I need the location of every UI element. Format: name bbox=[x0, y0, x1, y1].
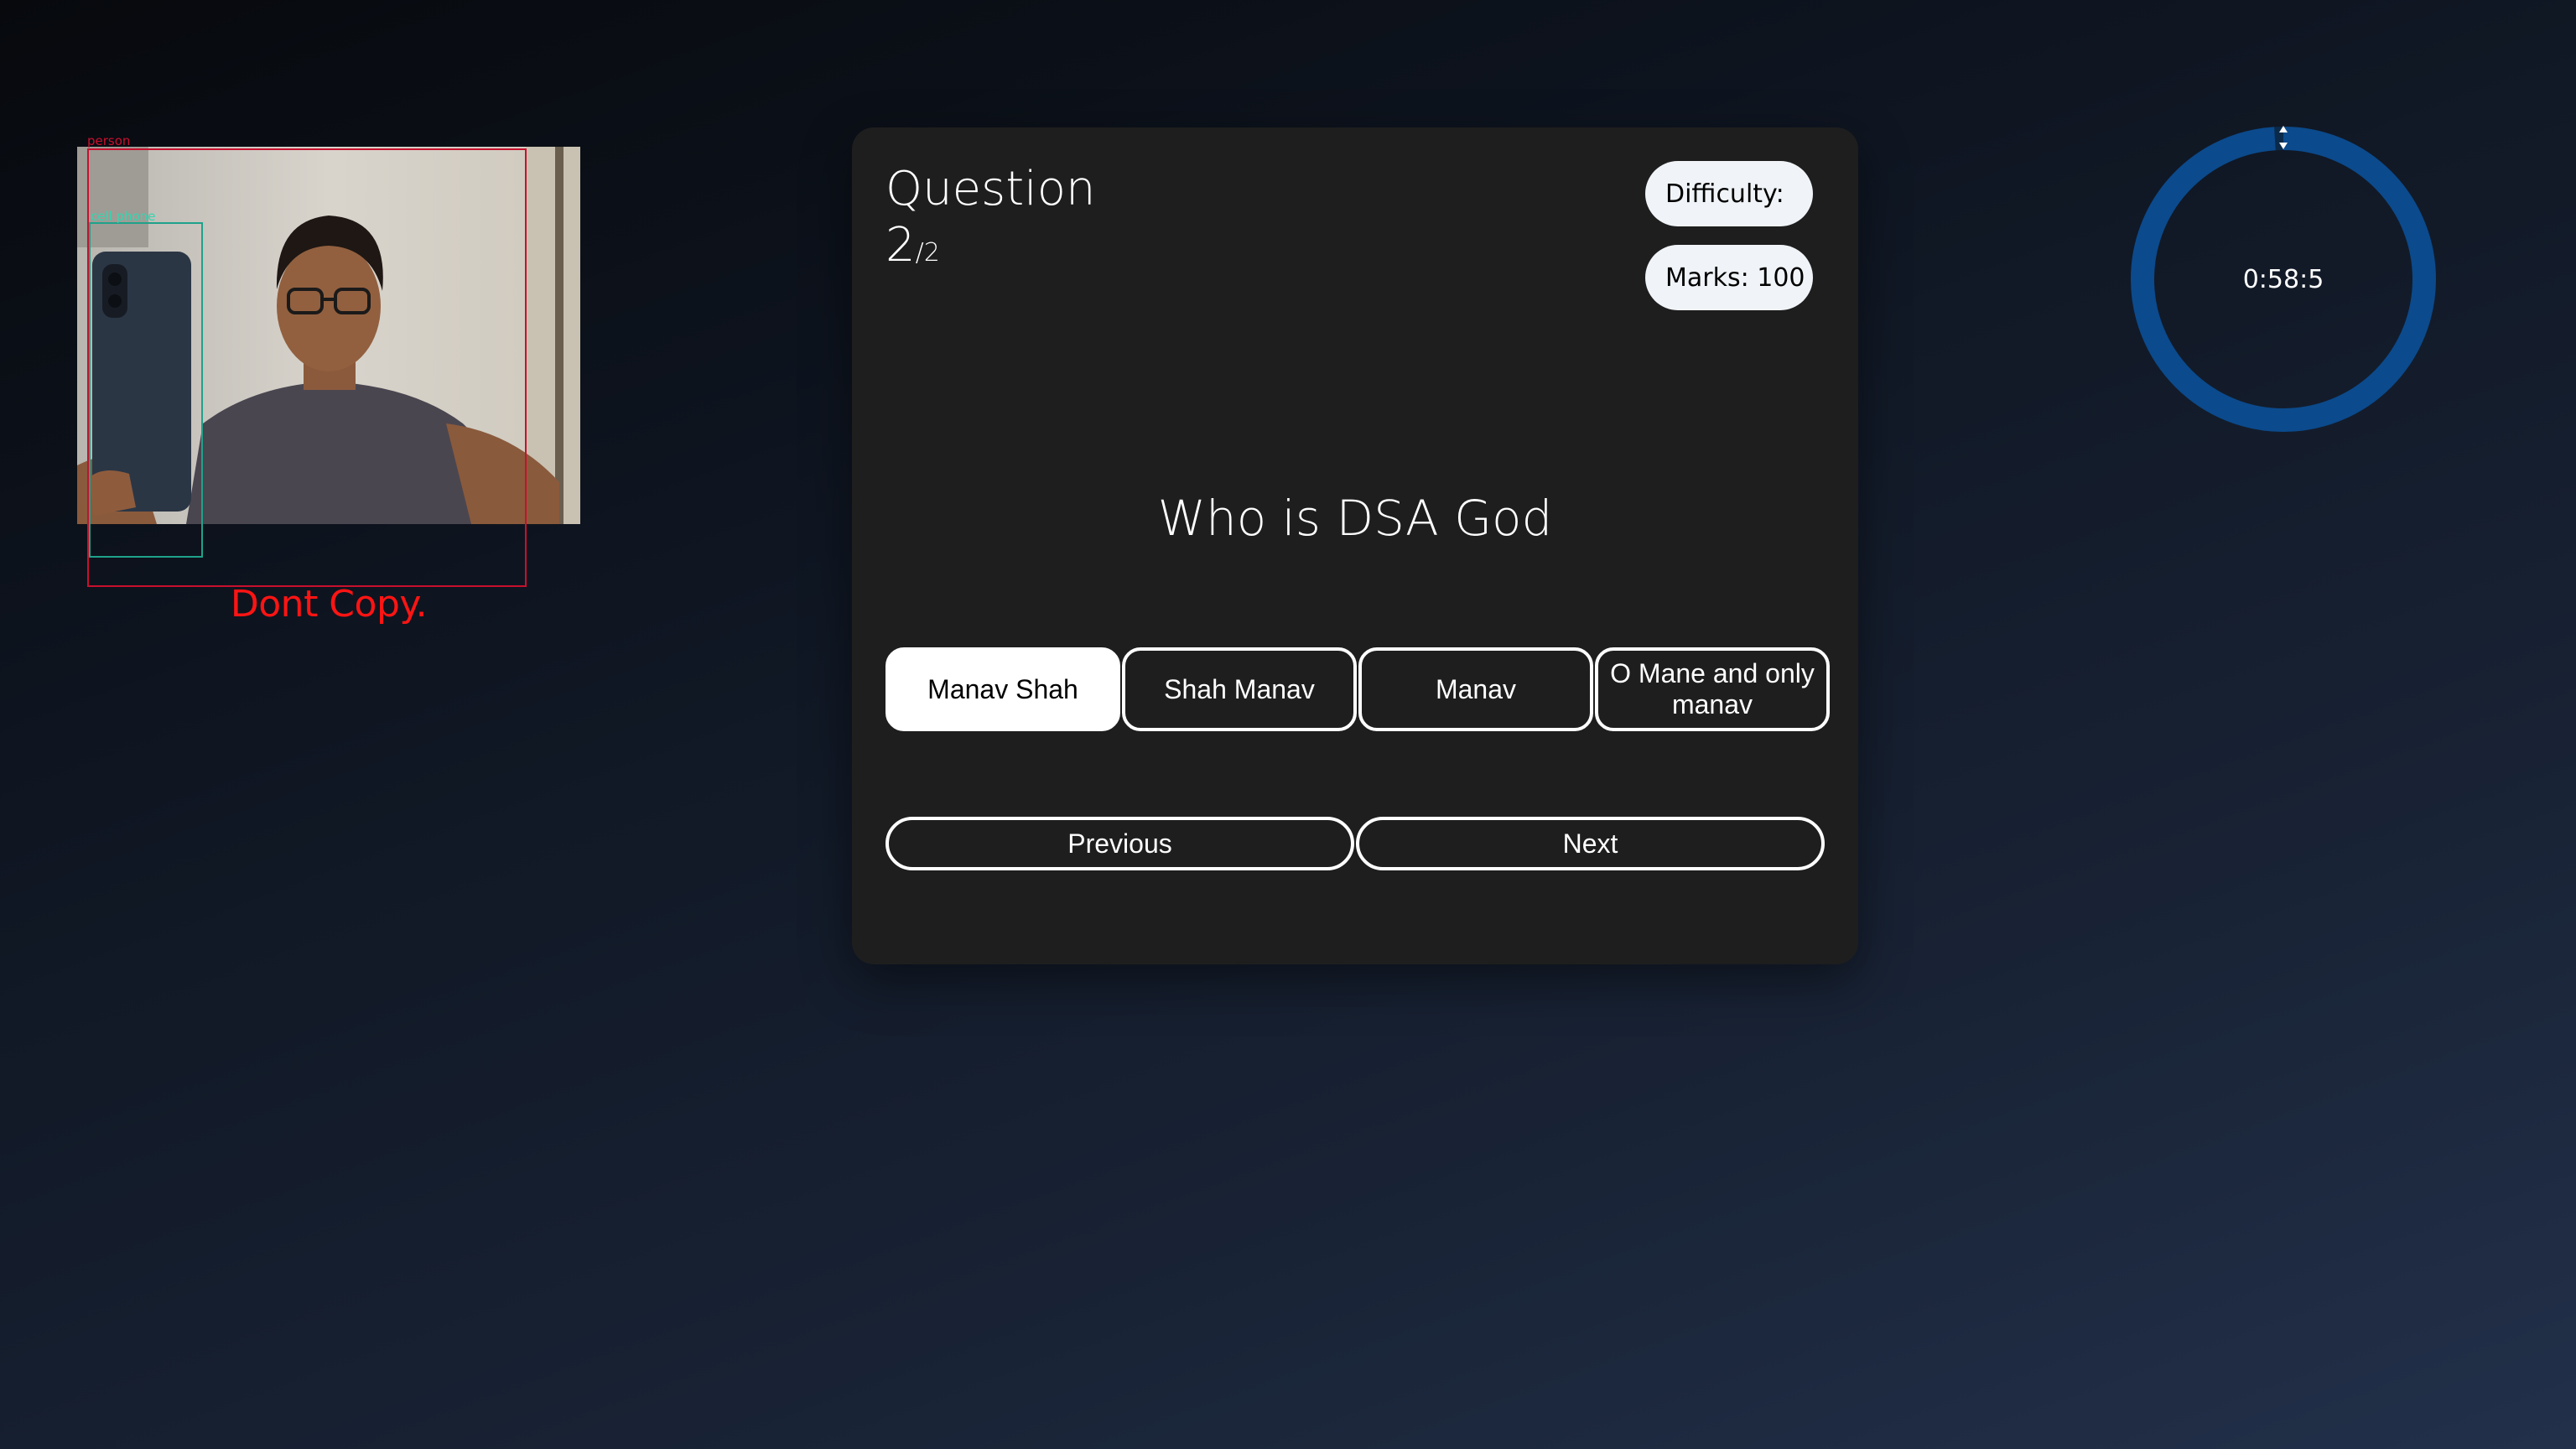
answer-option[interactable]: Shah Manav bbox=[1122, 647, 1357, 731]
question-text: Who is DSA God bbox=[1157, 490, 1553, 547]
phone-detection-box bbox=[89, 222, 203, 558]
question-heading: Question 2/2 bbox=[886, 161, 1095, 273]
previous-button[interactable]: Previous bbox=[886, 817, 1354, 870]
next-button[interactable]: Next bbox=[1356, 817, 1825, 870]
cheating-warning: Dont Copy. bbox=[230, 583, 428, 626]
question-navigation: Previous Next bbox=[886, 817, 1825, 870]
difficulty-badge: Difficulty: bbox=[1645, 161, 1813, 226]
answer-option[interactable]: Manav bbox=[1358, 647, 1593, 731]
timer-display: 0:58:5 bbox=[2242, 264, 2324, 294]
quiz-card: Question 2/2 Difficulty: Marks: 100 Who … bbox=[852, 127, 1858, 964]
phone-detection-label: cell phone bbox=[91, 209, 156, 224]
question-current-number: 2 bbox=[886, 218, 916, 273]
person-detection-label: person bbox=[87, 133, 131, 148]
question-label: Question bbox=[886, 162, 1096, 216]
answer-option[interactable]: Manav Shah bbox=[886, 647, 1120, 731]
answer-option[interactable]: O Mane and only manav bbox=[1595, 647, 1830, 731]
marks-badge: Marks: 100 bbox=[1645, 245, 1813, 310]
answer-options: Manav Shah Shah Manav Manav O Mane and o… bbox=[886, 647, 1841, 731]
webcam-panel: person cell phone Dont Copy. bbox=[77, 135, 580, 626]
question-total-number: 2 bbox=[923, 238, 940, 268]
countdown-timer: 0:58:5 bbox=[2128, 124, 2438, 434]
question-separator: / bbox=[915, 238, 924, 268]
